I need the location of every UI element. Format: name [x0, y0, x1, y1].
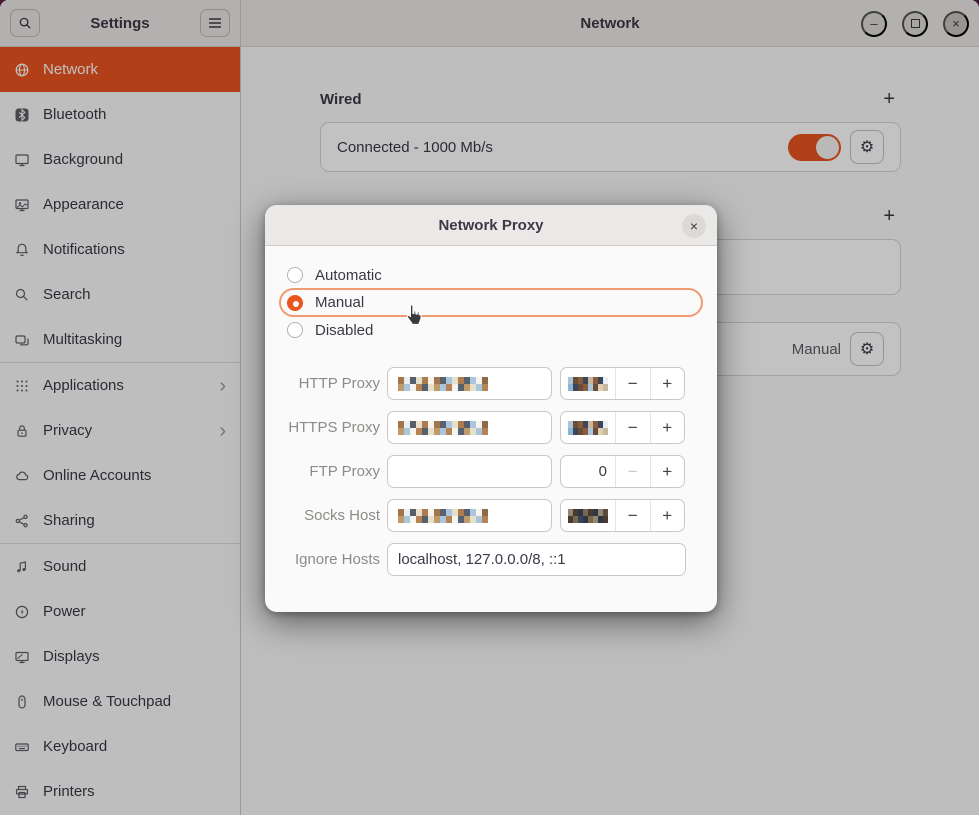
ftp-port-value[interactable]: 0	[561, 456, 616, 487]
https-port-minus-button[interactable]: −	[616, 412, 651, 443]
http-port-value[interactable]	[561, 368, 616, 399]
https-proxy-input[interactable]	[387, 411, 552, 444]
https-port-spinner: − +	[560, 411, 685, 444]
dialog-close-button[interactable]: ×	[682, 214, 706, 238]
socks-port-value[interactable]	[561, 500, 616, 531]
dialog-headerbar: Network Proxy ×	[265, 205, 717, 246]
radio-label: Manual	[315, 294, 364, 311]
https-proxy-row: HTTPS Proxy − +	[279, 411, 703, 444]
redacted-host-value	[398, 509, 488, 523]
https-port-value[interactable]	[561, 412, 616, 443]
proxy-option-automatic[interactable]: Automatic	[279, 262, 703, 288]
http-port-plus-button[interactable]: +	[651, 368, 685, 399]
https-proxy-label: HTTPS Proxy	[279, 419, 380, 436]
redacted-port-value	[568, 509, 608, 523]
ignore-hosts-row: Ignore Hosts localhost, 127.0.0.0/8, ::1	[279, 543, 703, 576]
proxy-option-manual[interactable]: Manual	[279, 288, 703, 317]
proxy-form: HTTP Proxy − + HTTPS Proxy − +	[279, 367, 703, 576]
ignore-hosts-input[interactable]: localhost, 127.0.0.0/8, ::1	[387, 543, 686, 576]
radio-on-icon	[287, 295, 303, 311]
radio-off-icon	[287, 267, 303, 283]
network-proxy-dialog: Network Proxy × Automatic Manual Disable…	[265, 205, 717, 612]
socks-port-plus-button[interactable]: +	[651, 500, 685, 531]
socks-host-input[interactable]	[387, 499, 552, 532]
dialog-title: Network Proxy	[438, 217, 543, 234]
radio-label: Disabled	[315, 322, 373, 339]
ignore-hosts-value: localhost, 127.0.0.0/8, ::1	[398, 551, 566, 568]
socks-port-minus-button[interactable]: −	[616, 500, 651, 531]
dialog-body: Automatic Manual Disabled HTTP Proxy − +	[265, 246, 717, 576]
http-port-minus-button[interactable]: −	[616, 368, 651, 399]
http-proxy-label: HTTP Proxy	[279, 375, 380, 392]
redacted-port-value	[568, 421, 608, 435]
ftp-proxy-label: FTP Proxy	[279, 463, 380, 480]
socks-host-label: Socks Host	[279, 507, 380, 524]
close-icon: ×	[690, 218, 698, 234]
cursor-pointer	[401, 301, 428, 331]
ftp-proxy-row: FTP Proxy 0 − +	[279, 455, 703, 488]
radio-label: Automatic	[315, 267, 382, 284]
redacted-host-value	[398, 377, 488, 391]
ftp-port-spinner: 0 − +	[560, 455, 685, 488]
proxy-option-disabled[interactable]: Disabled	[279, 317, 703, 343]
http-port-spinner: − +	[560, 367, 685, 400]
http-proxy-row: HTTP Proxy − +	[279, 367, 703, 400]
http-proxy-input[interactable]	[387, 367, 552, 400]
ftp-port-plus-button[interactable]: +	[651, 456, 685, 487]
ftp-proxy-input[interactable]	[387, 455, 552, 488]
settings-window: Settings Network Bluetooth Background Ap…	[0, 0, 979, 815]
https-port-plus-button[interactable]: +	[651, 412, 685, 443]
ignore-hosts-label: Ignore Hosts	[279, 551, 380, 568]
ftp-port-minus-button[interactable]: −	[616, 456, 651, 487]
socks-port-spinner: − +	[560, 499, 685, 532]
redacted-host-value	[398, 421, 488, 435]
socks-host-row: Socks Host − +	[279, 499, 703, 532]
radio-off-icon	[287, 322, 303, 338]
redacted-port-value	[568, 377, 608, 391]
